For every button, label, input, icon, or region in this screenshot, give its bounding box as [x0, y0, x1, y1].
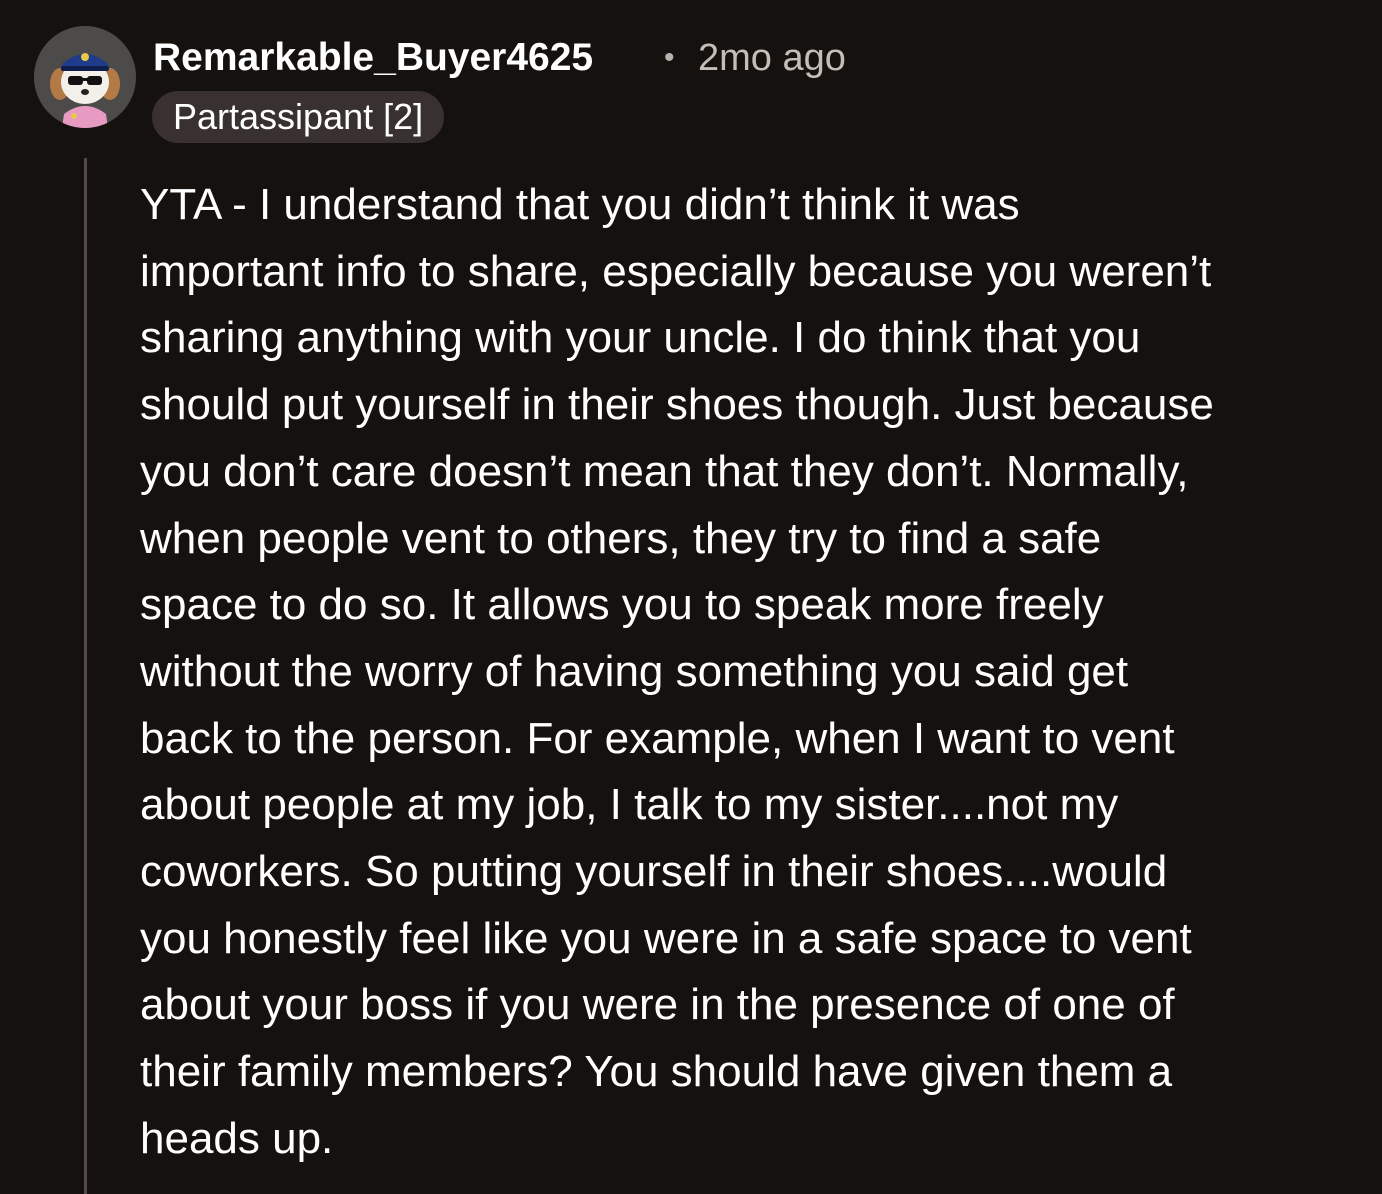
comment-body-line: about people at my job, I talk to my sis… — [140, 780, 1119, 830]
comment-body-line: should put yourself in their shoes thoug… — [140, 380, 1214, 430]
comment-body-line: you don’t care doesn’t mean that they do… — [140, 446, 1189, 496]
comment-body-line: about your boss if you were in the prese… — [140, 980, 1175, 1030]
comment-author[interactable]: Remarkable_Buyer4625 — [153, 34, 593, 82]
comment-body-line: coworkers. So putting yourself in their … — [140, 847, 1168, 897]
user-flair: Partassipant [2] — [152, 91, 445, 143]
thread-collapse-line[interactable] — [84, 158, 87, 1194]
comment-body-line: sharing anything with your uncle. I do t… — [140, 313, 1141, 363]
comment-body-line: you honestly feel like you were in a saf… — [140, 913, 1192, 963]
comment-body-line: back to the person. For example, when I … — [140, 713, 1175, 763]
comment-body-line: YTA - I understand that you didn’t think… — [140, 180, 1020, 229]
comment-body-line: their family members? You should have gi… — [140, 1047, 1173, 1097]
meta-separator: • — [664, 41, 675, 74]
comment-timestamp[interactable]: 2mo ago — [698, 34, 846, 82]
comment-body-line: space to do so. It allows you to speak m… — [140, 580, 1104, 630]
reddit-snoo-avatar-icon — [34, 26, 136, 128]
comment-body: YTA - I understand that you didn’t think… — [140, 172, 1350, 1173]
comment-body-line: without the worry of having something yo… — [140, 646, 1129, 696]
comment-body-line: important info to share, especially beca… — [140, 246, 1212, 296]
user-avatar[interactable] — [34, 26, 136, 128]
comment-body-line: when people vent to others, they try to … — [140, 513, 1102, 563]
comment-body-line: heads up. — [140, 1113, 334, 1163]
comment: Remarkable_Buyer4625 • 2mo ago Partassip… — [0, 0, 1382, 1194]
